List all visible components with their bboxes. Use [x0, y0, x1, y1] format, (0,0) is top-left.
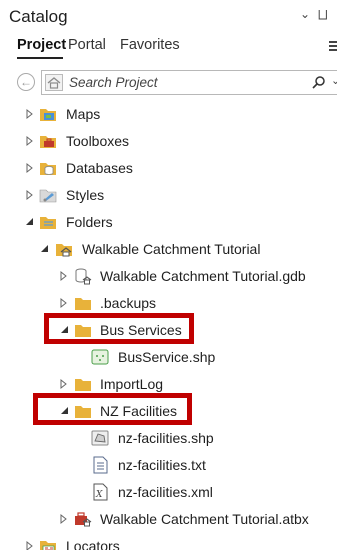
tree-item-label: Walkable Catchment Tutorial [82, 241, 261, 257]
polygon-shapefile-icon [91, 430, 109, 446]
pane-title: Catalog [9, 7, 68, 26]
tree-item-label: Folders [66, 214, 113, 230]
tab-project[interactable]: Project [17, 37, 66, 53]
home-icon[interactable] [45, 74, 63, 91]
tree-item-label: nz-facilities.txt [118, 457, 206, 473]
search-box: ⌄ [41, 70, 337, 95]
svg-text:X: X [95, 490, 103, 500]
tree-item-label: nz-facilities.xml [118, 484, 213, 500]
tree-item-bus-service-shp[interactable]: BusService.shp [0, 345, 337, 371]
expand-arrow-icon[interactable] [25, 135, 35, 147]
catalog-tabs: Project Portal Favorites [0, 36, 337, 62]
tree-item-walkable-folder[interactable]: Walkable Catchment Tutorial [0, 237, 337, 263]
tree-item-nz-facilities-txt[interactable]: nz-facilities.txt [0, 453, 337, 479]
text-file-icon [93, 456, 108, 474]
search-input[interactable] [69, 73, 304, 92]
tab-favorites[interactable]: Favorites [120, 37, 180, 53]
maps-icon [40, 109, 56, 121]
collapse-arrow-icon[interactable] [24, 216, 34, 228]
expand-arrow-icon[interactable] [59, 297, 69, 309]
menu-icon[interactable] [329, 41, 337, 53]
xml-file-icon: X [93, 483, 108, 501]
tree-item-walkable-gdb[interactable]: Walkable Catchment Tutorial.gdb [0, 264, 337, 290]
tree-item-toolboxes[interactable]: Toolboxes [0, 129, 337, 155]
tree-item-label: nz-facilities.shp [118, 430, 214, 446]
tree-item-label: .backups [100, 295, 157, 311]
locators-icon [40, 541, 56, 550]
tree-item-styles[interactable]: Styles [0, 183, 337, 209]
expand-arrow-icon[interactable] [25, 540, 35, 550]
expand-arrow-icon[interactable] [59, 513, 69, 525]
tab-portal[interactable]: Portal [68, 37, 106, 53]
expand-arrow-icon[interactable] [59, 270, 69, 282]
pane-title-bar: Catalog ⌄ ⨆ [0, 0, 337, 30]
tree-item-databases[interactable]: Databases [0, 156, 337, 182]
tree-item-locators[interactable]: Locators [0, 534, 337, 550]
expand-arrow-icon[interactable] [59, 378, 69, 390]
search-options-icon[interactable]: ⌄ [331, 74, 337, 87]
expand-arrow-icon[interactable] [25, 108, 35, 120]
tree-item-label: Locators [66, 538, 120, 550]
active-tab-underline [17, 57, 63, 59]
tree-item-label: Databases [66, 160, 133, 176]
toolbox-icon [75, 512, 92, 527]
home-folder-icon [56, 244, 72, 257]
pane-options-icon[interactable]: ⌄ [300, 7, 310, 21]
point-shapefile-icon [91, 349, 109, 365]
tree-item-label: ImportLog [100, 376, 164, 392]
back-icon[interactable]: ← [17, 73, 35, 91]
tree-item-label: Toolboxes [66, 133, 130, 149]
tree-item-label: Styles [66, 187, 105, 203]
tree-item-nz-facilities-shp[interactable]: nz-facilities.shp [0, 426, 337, 452]
tree-item-walkable-atbx[interactable]: Walkable Catchment Tutorial.atbx [0, 507, 337, 533]
tree-item-maps[interactable]: Maps [0, 102, 337, 128]
folders-icon [40, 217, 56, 229]
tree-item-label: Maps [66, 106, 101, 122]
databases-icon [40, 163, 56, 175]
tree-item-label: Walkable Catchment Tutorial.gdb [100, 268, 306, 284]
collapse-arrow-icon[interactable] [39, 243, 49, 255]
tree-item-label: BusService.shp [118, 349, 216, 365]
styles-icon [39, 189, 57, 203]
tree-item-label: Walkable Catchment Tutorial.atbx [100, 511, 309, 527]
highlight-box-bus-services [44, 313, 194, 344]
tree-item-folders[interactable]: Folders [0, 210, 337, 236]
geodatabase-icon [75, 268, 92, 285]
expand-arrow-icon[interactable] [25, 189, 35, 201]
pin-icon[interactable]: ⨆ [318, 7, 328, 22]
toolboxes-icon [40, 136, 56, 148]
folder-icon [75, 379, 91, 391]
search-icon[interactable] [312, 75, 326, 89]
expand-arrow-icon[interactable] [25, 162, 35, 174]
search-row: ← ⌄ [0, 70, 337, 96]
folder-icon [75, 298, 91, 310]
highlight-box-nz-facilities [33, 393, 192, 425]
tree-item-nz-facilities-xml[interactable]: X nz-facilities.xml [0, 480, 337, 506]
